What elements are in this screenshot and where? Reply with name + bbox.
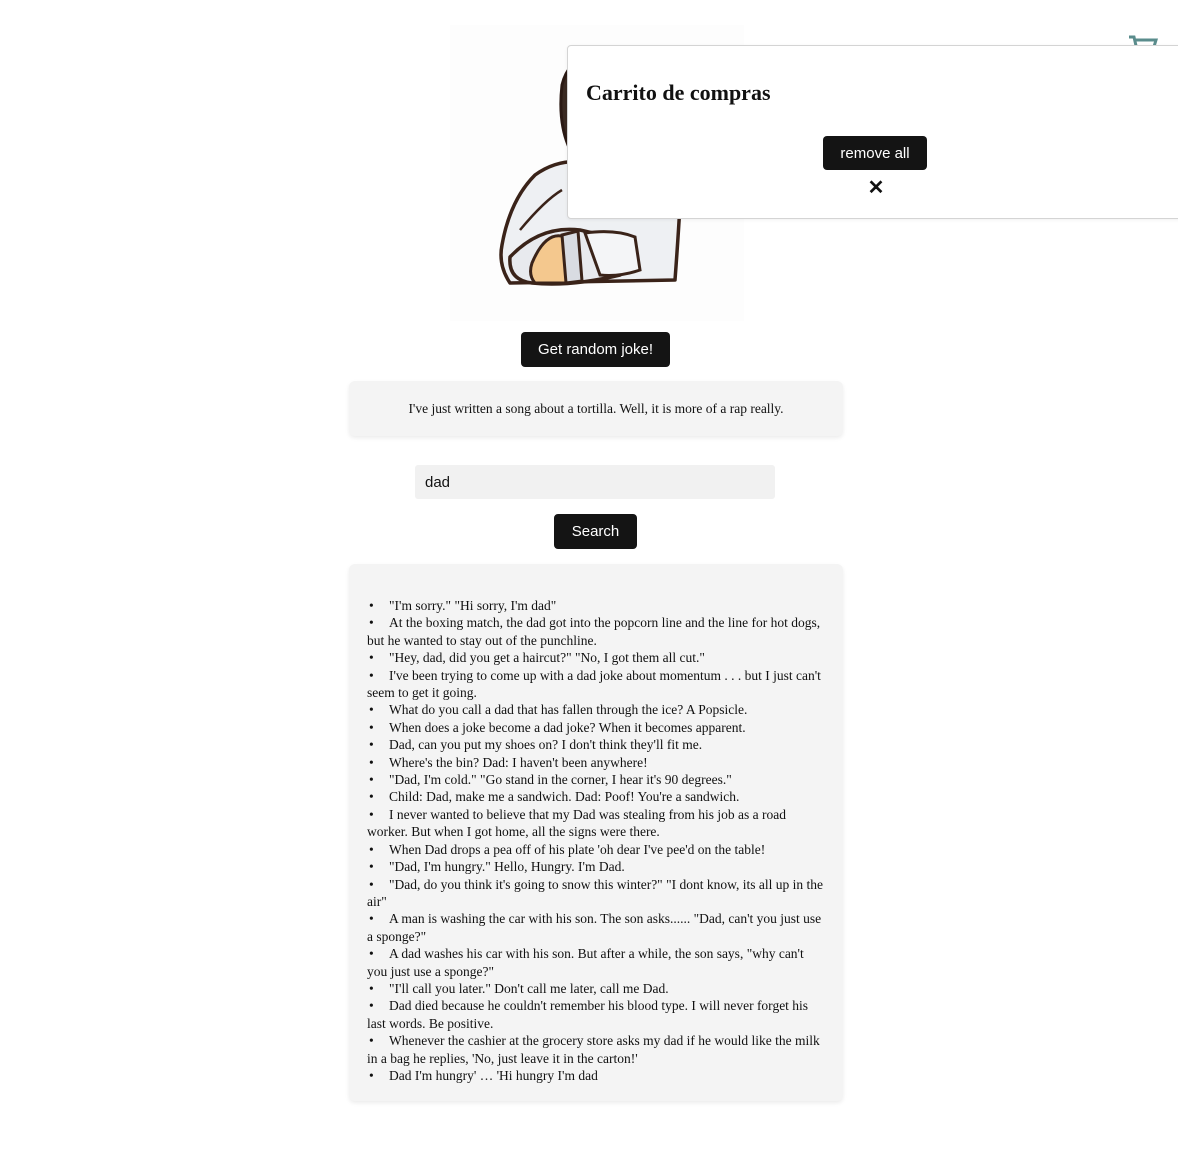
get-random-joke-button[interactable]: Get random joke! [521, 332, 670, 367]
close-icon[interactable]: ✕ [864, 176, 888, 200]
remove-all-button[interactable]: remove all [823, 136, 927, 170]
search-results: "I'm sorry." "Hi sorry, I'm dad" At the … [349, 564, 843, 1101]
list-item: "Dad, I'm cold." "Go stand in the corner… [367, 771, 825, 788]
cart-panel: Carrito de compras remove all ✕ [567, 45, 1178, 219]
list-item: "Dad, I'm hungry." Hello, Hungry. I'm Da… [367, 858, 825, 875]
list-item: "Dad, do you think it's going to snow th… [367, 876, 825, 911]
list-item: "I'm sorry." "Hi sorry, I'm dad" [367, 597, 825, 614]
search-input[interactable] [415, 465, 775, 499]
list-item: Whenever the cashier at the grocery stor… [367, 1032, 825, 1067]
list-item: Dad died because he couldn't remember hi… [367, 997, 825, 1032]
random-joke-text: I've just written a song about a tortill… [408, 400, 784, 416]
list-item: When Dad drops a pea off of his plate 'o… [367, 841, 825, 858]
search-button[interactable]: Search [554, 514, 637, 549]
list-item: What do you call a dad that has fallen t… [367, 701, 825, 718]
list-item: At the boxing match, the dad got into th… [367, 614, 825, 649]
list-item: "Hey, dad, did you get a haircut?" "No, … [367, 649, 825, 666]
list-item: "I'll call you later." Don't call me lat… [367, 980, 825, 997]
cart-title: Carrito de compras [586, 80, 771, 105]
dad-cuff-shape [560, 229, 584, 285]
list-item: I've been trying to come up with a dad j… [367, 667, 825, 702]
results-list: "I'm sorry." "Hi sorry, I'm dad" At the … [367, 597, 825, 1084]
list-item: I never wanted to believe that my Dad wa… [367, 806, 825, 841]
list-item: Where's the bin? Dad: I haven't been any… [367, 754, 825, 771]
list-item: Child: Dad, make me a sandwich. Dad: Poo… [367, 788, 825, 805]
list-item: Dad, can you put my shoes on? I don't th… [367, 736, 825, 753]
list-item: A dad washes his car with his son. But a… [367, 945, 825, 980]
list-item: When does a joke become a dad joke? When… [367, 719, 825, 736]
list-item: A man is washing the car with his son. T… [367, 910, 825, 945]
list-item: Dad I'm hungry' … 'Hi hungry I'm dad [367, 1067, 825, 1084]
random-joke-card: I've just written a song about a tortill… [349, 381, 843, 436]
